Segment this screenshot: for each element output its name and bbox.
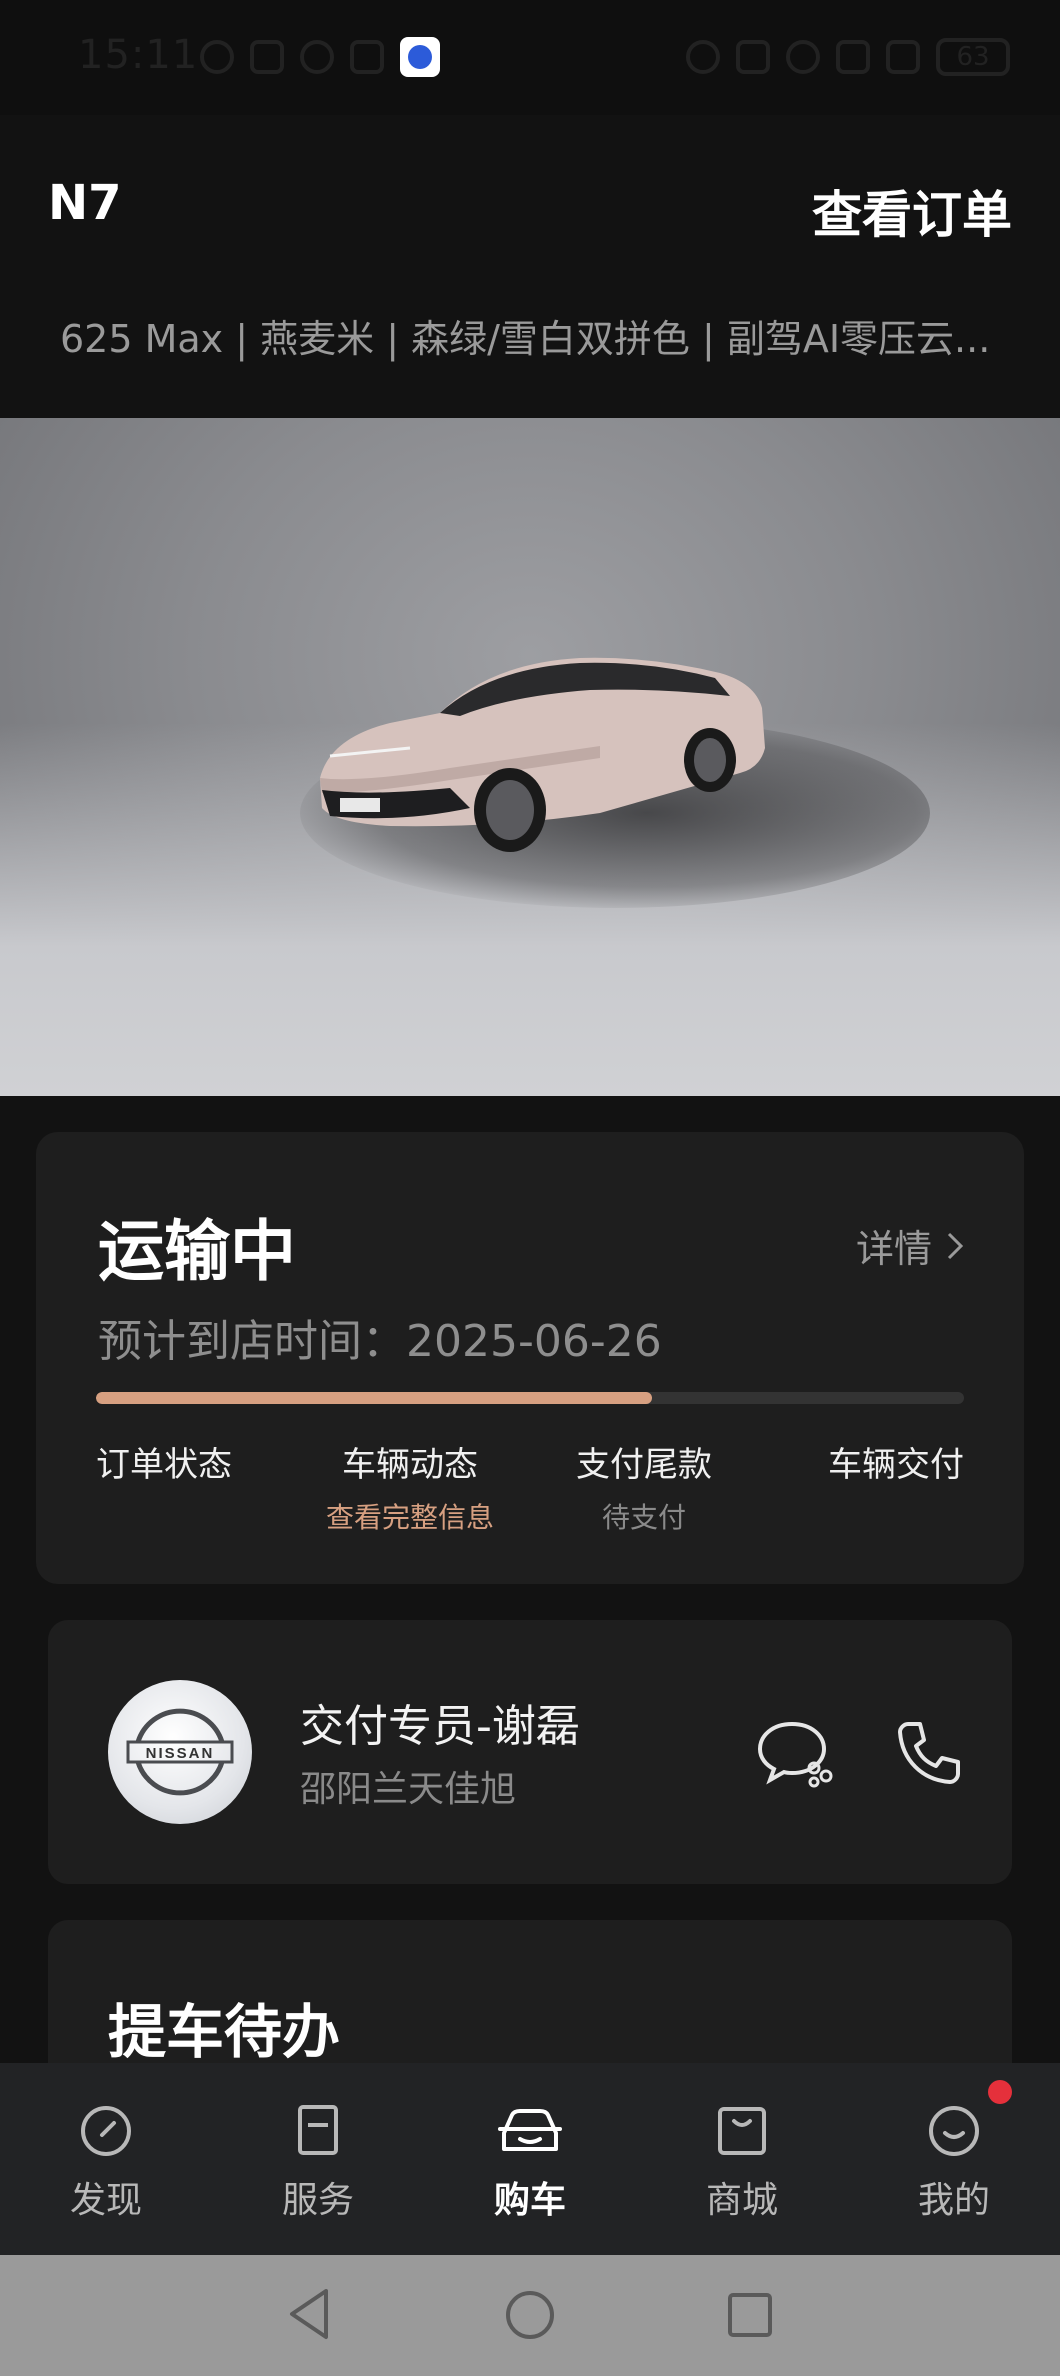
nav-label: 购车 <box>493 2180 566 2221</box>
vibrate-icon <box>736 40 770 74</box>
details-label: 详情 <box>855 1227 932 1271</box>
home-icon[interactable] <box>504 2289 556 2341</box>
call-button[interactable] <box>894 1718 964 1788</box>
eta-date: 2025-06-26 <box>406 1316 662 1367</box>
nissan-logo-icon: NISSAN <box>126 1708 234 1796</box>
car-icon <box>498 2109 562 2151</box>
service-icon <box>298 2105 338 2155</box>
car-image <box>0 418 1060 1096</box>
step-label: 车辆交付 <box>828 1445 964 1485</box>
nav-label: 服务 <box>281 2180 354 2221</box>
progress-bar <box>96 1392 964 1404</box>
config-summary: 625 Max | 燕麦米 | 森绿/雪白双拼色 | 副驾AI零压云... <box>60 317 991 361</box>
notification-badge <box>988 2080 1012 2104</box>
logo-text: NISSAN <box>146 1745 215 1762</box>
nav-label: 我的 <box>917 2180 990 2221</box>
details-link[interactable]: 详情 <box>856 1218 964 1273</box>
step-final-payment[interactable]: 支付尾款 待支付 <box>554 1437 734 1536</box>
nav-item-buy-car[interactable]: 购车 <box>460 2103 600 2223</box>
battery-icon: 63 <box>936 38 1010 76</box>
nissan-logo-avatar: NISSAN <box>108 1680 252 1824</box>
step-vehicle-delivery[interactable]: 车辆交付 <box>814 1437 964 1486</box>
specialist-name: 交付专员-谢磊 <box>300 1701 580 1752</box>
compass-icon <box>81 2106 131 2156</box>
nav-item-mall[interactable]: 商城 <box>672 2103 812 2223</box>
bottom-nav: 发现 服务 购车 商城 我的 <box>0 2063 1060 2255</box>
step-label: 车辆动态 <box>342 1445 478 1485</box>
wifi-icon <box>786 40 820 74</box>
location-icon <box>686 40 720 74</box>
progress-steps: 订单状态 车辆动态 查看完整信息 支付尾款 待支付 车辆交付 <box>96 1437 964 1534</box>
baidu-app-icon <box>400 37 440 77</box>
nav-item-service[interactable]: 服务 <box>248 2103 388 2223</box>
status-title: 运输中 <box>98 1213 296 1290</box>
system-nav-bar <box>0 2255 1060 2376</box>
smile-icon <box>929 2106 979 2156</box>
chat-icon <box>757 1721 833 1788</box>
back-icon[interactable] <box>284 2287 334 2341</box>
page-title: N7 <box>48 175 122 231</box>
eta-text: 预计到店时间：2025-06-26 <box>98 1305 662 1369</box>
phone-icon <box>898 1722 960 1784</box>
chat-button[interactable] <box>756 1718 834 1788</box>
step-label: 支付尾款 <box>576 1445 712 1485</box>
todo-title: 提车待办 <box>108 1998 341 2066</box>
alarm-icon <box>300 40 334 74</box>
shopping-bag-icon <box>718 2107 766 2155</box>
nfc-icon <box>250 40 284 74</box>
signal-5g-icon <box>836 40 870 74</box>
nav-label: 商城 <box>705 2180 778 2221</box>
status-icons-left <box>200 32 440 82</box>
nav-item-mine[interactable]: 我的 <box>884 2103 1024 2223</box>
recents-icon[interactable] <box>726 2291 774 2339</box>
status-icons-right: 63 <box>686 32 1010 82</box>
chevron-right-icon <box>947 1232 964 1259</box>
status-time: 15:11 <box>78 32 199 78</box>
specialist-store: 邵阳兰天佳旭 <box>300 1769 517 1810</box>
step-label: 订单状态 <box>96 1445 232 1485</box>
progress-fill <box>96 1392 652 1404</box>
view-order-link[interactable]: 查看订单 <box>812 175 1012 247</box>
view-full-info-link[interactable]: 查看完整信息 <box>305 1496 515 1536</box>
step-vehicle-status[interactable]: 车辆动态 查看完整信息 <box>305 1437 515 1536</box>
step-order-status[interactable]: 订单状态 <box>96 1437 246 1486</box>
nav-item-discover[interactable]: 发现 <box>36 2103 176 2223</box>
eta-label: 预计到店时间： <box>98 1316 406 1367</box>
car-illustration <box>320 657 765 852</box>
signal-5g-icon <box>886 40 920 74</box>
nav-label: 发现 <box>69 2180 142 2221</box>
bluetooth-icon <box>350 40 384 74</box>
payment-pending-text: 待支付 <box>601 1501 686 1534</box>
eye-icon <box>200 40 234 74</box>
